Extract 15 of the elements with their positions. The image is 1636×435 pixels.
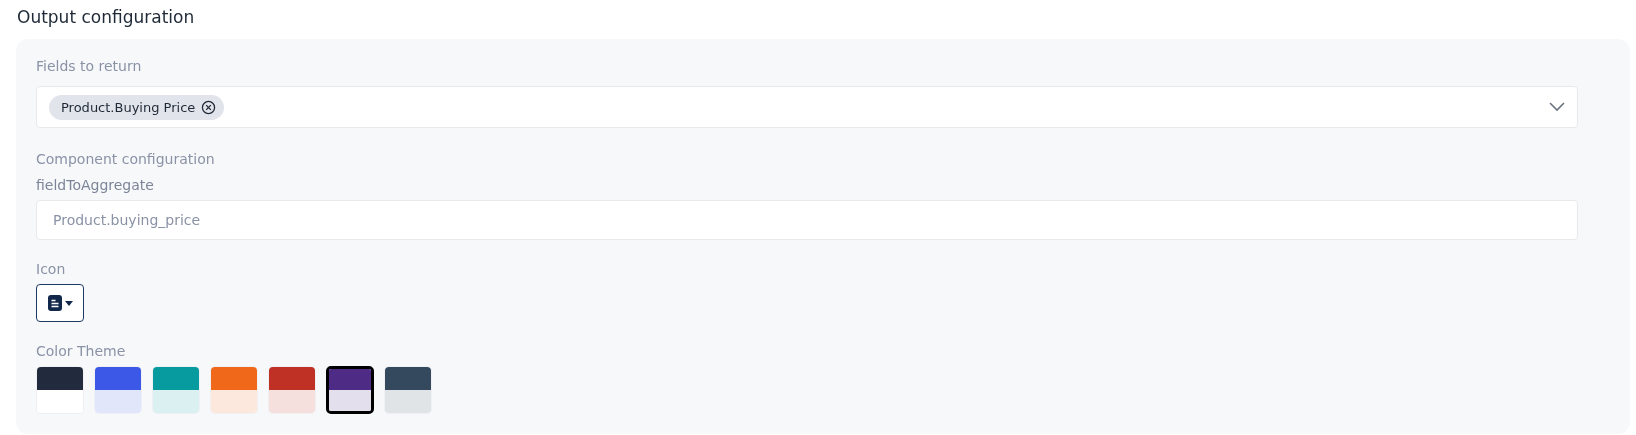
chevron-down-icon xyxy=(1549,102,1565,112)
remove-icon[interactable] xyxy=(201,99,217,115)
field-label: fieldToAggregate xyxy=(36,176,155,195)
document-icon xyxy=(47,295,62,311)
section-title: Output configuration xyxy=(17,6,196,29)
field-label: Fields to return xyxy=(36,57,143,76)
section-label: Component configuration xyxy=(36,150,216,169)
field-label: Icon xyxy=(36,260,67,279)
color-swatch[interactable] xyxy=(326,366,374,414)
caret-icon xyxy=(64,300,73,306)
field-label: Color Theme xyxy=(36,342,127,361)
icon-picker-button[interactable] xyxy=(36,284,84,322)
fields-select[interactable]: Product.Buying Price xyxy=(36,86,1578,128)
field-chip: Product.Buying Price xyxy=(49,94,225,120)
aggregate-input[interactable]: Product.buying_price xyxy=(36,200,1578,240)
